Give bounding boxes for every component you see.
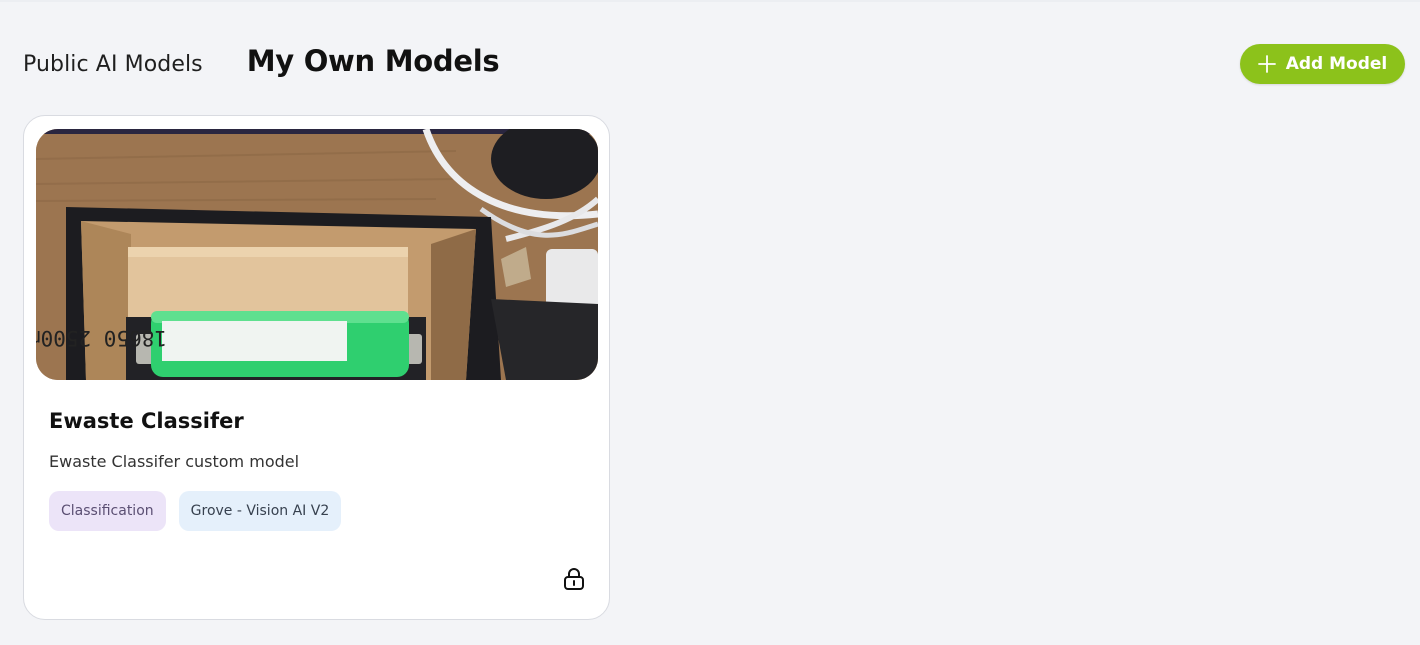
top-divider xyxy=(0,0,1420,2)
model-tabs: Public AI Models My Own Models xyxy=(23,44,500,78)
model-title: Ewaste Classifer xyxy=(49,409,244,433)
model-card[interactable]: 18650 2500mAh 3.7V Ewaste Classifer Ewas… xyxy=(23,115,610,620)
model-description: Ewaste Classifer custom model xyxy=(49,452,300,471)
add-model-button[interactable]: Add Model xyxy=(1240,44,1405,84)
model-tags: Classification Grove - Vision AI V2 xyxy=(49,491,342,531)
lock-icon xyxy=(563,567,585,591)
tab-public-ai-models[interactable]: Public AI Models xyxy=(23,52,203,77)
tag-task-type: Classification xyxy=(49,491,166,531)
model-thumbnail: 18650 2500mAh 3.7V xyxy=(36,129,598,380)
battery-label: 18650 2500mAh 3.7V xyxy=(36,326,167,350)
plus-icon xyxy=(1257,55,1276,73)
add-model-label: Add Model xyxy=(1285,54,1388,74)
tab-my-own-models[interactable]: My Own Models xyxy=(247,44,500,78)
tag-device: Grove - Vision AI V2 xyxy=(178,491,342,531)
